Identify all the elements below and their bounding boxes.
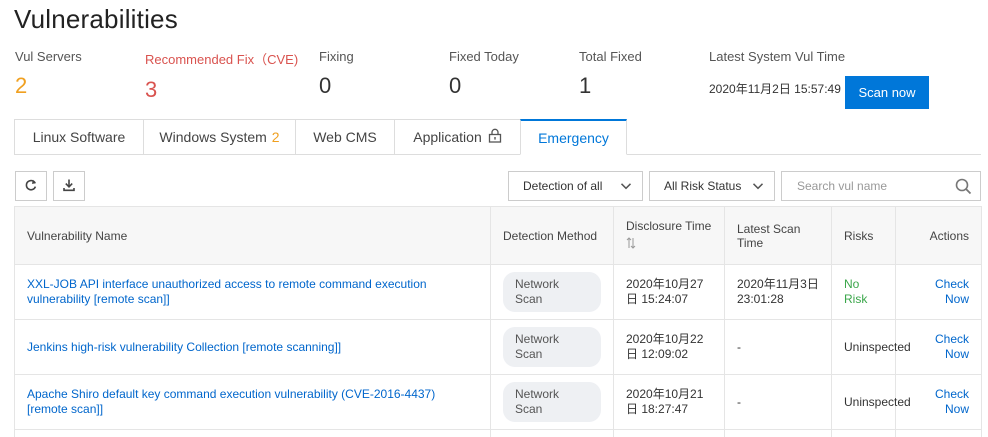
tab-label: Windows System — [159, 129, 267, 145]
stat-fixing: Fixing 0 — [319, 49, 354, 99]
latest-scan-cell: - — [724, 374, 832, 430]
empty-cell — [14, 429, 491, 437]
stat-value: 0 — [449, 73, 462, 98]
empty-cell — [724, 429, 832, 437]
tab-label: Web CMS — [313, 129, 377, 145]
tab-label: Emergency — [538, 129, 609, 146]
lock-icon — [488, 128, 502, 146]
header-disclosure-time[interactable]: Disclosure Time — [613, 206, 725, 265]
empty-cell — [831, 429, 896, 437]
stat-total-fixed: Total Fixed 1 — [579, 49, 642, 99]
header-latest-scan-time: Latest Scan Time — [724, 206, 832, 265]
tab-badge: 2 — [271, 129, 280, 145]
header-detection-method: Detection Method — [490, 206, 614, 265]
risk-cell: Uninspected — [831, 319, 911, 375]
vulnerability-link[interactable]: Jenkins high-risk vulnerability Collecti… — [27, 340, 341, 354]
detection-filter-value: Detection of all — [523, 179, 603, 193]
chevron-down-icon — [620, 180, 632, 195]
chevron-down-icon — [752, 180, 764, 195]
stat-value: 0 — [319, 73, 332, 98]
tab-windows-system[interactable]: Windows System 2 — [143, 119, 295, 155]
tab-label: Application — [413, 129, 482, 145]
vulnerability-name-cell: XXL-JOB API interface unauthorized acces… — [14, 264, 491, 320]
detection-method-cell: Network Scan — [490, 374, 614, 430]
vulnerability-name-cell: Jenkins high-risk vulnerability Collecti… — [14, 319, 491, 375]
detection-filter-select[interactable]: Detection of all — [508, 171, 643, 201]
scan-now-button[interactable]: Scan now — [845, 76, 929, 109]
table-header-row: Vulnerability Name Detection Method Disc… — [14, 206, 982, 265]
empty-cell — [490, 429, 614, 437]
detection-method-cell: Network Scan — [490, 319, 614, 375]
detection-method-pill: Network Scan — [503, 382, 601, 422]
stat-value: 1 — [579, 73, 592, 98]
stat-label: Latest System Vul Time — [709, 49, 846, 64]
stat-label: Fixing — [319, 49, 354, 64]
stat-time-value: 2020年11月2日 15:57:49 — [709, 82, 841, 96]
risk-cell: No Risk — [831, 264, 896, 320]
tab-web-cms[interactable]: Web CMS — [295, 119, 394, 155]
tab-bar: Linux Software Windows System 2 Web CMS … — [14, 119, 627, 155]
table-row: Jenkins high-risk vulnerability Collecti… — [14, 319, 982, 375]
stat-value[interactable]: 2 — [15, 73, 82, 99]
table-row: Apache Shiro default key command executi… — [14, 374, 982, 430]
detection-method-pill: Network Scan — [503, 327, 601, 367]
stat-value[interactable]: 3 — [145, 77, 298, 103]
search-box — [781, 171, 981, 201]
vulnerability-link[interactable]: XXL-JOB API interface unauthorized acces… — [27, 277, 427, 306]
tab-application[interactable]: Application — [394, 119, 520, 155]
stat-fixed-today: Fixed Today 0 — [449, 49, 519, 99]
table-row-partial — [14, 429, 982, 437]
latest-scan-cell: 2020年11月3日 23:01:28 — [724, 264, 832, 320]
header-actions: Actions — [895, 206, 982, 265]
check-now-link[interactable]: Check Now — [895, 264, 982, 320]
disclosure-time-cell: 2020年10月22日 12:09:02 — [613, 319, 725, 375]
risk-cell: Uninspected — [831, 374, 911, 430]
tab-emergency[interactable]: Emergency — [520, 119, 627, 155]
stat-recommended-fix: Recommended Fix（CVE) 3 — [145, 49, 298, 103]
stat-label: Fixed Today — [449, 49, 519, 64]
tab-label: Linux Software — [32, 129, 126, 145]
table-row: XXL-JOB API interface unauthorized acces… — [14, 264, 982, 320]
latest-scan-cell: - — [724, 319, 832, 375]
vulnerability-link[interactable]: Apache Shiro default key command executi… — [27, 387, 435, 416]
header-risks: Risks — [831, 206, 896, 265]
sort-icon[interactable] — [626, 237, 712, 252]
stat-vul-servers: Vul Servers 2 — [15, 49, 82, 99]
page-title: Vulnerabilities — [14, 4, 178, 34]
empty-cell — [895, 429, 982, 437]
refresh-button[interactable] — [15, 171, 47, 201]
disclosure-time-cell: 2020年10月27日 15:24:07 — [613, 264, 725, 320]
download-button[interactable] — [53, 171, 85, 201]
vulnerability-name-cell: Apache Shiro default key command executi… — [14, 374, 491, 430]
stat-label: Vul Servers — [15, 49, 82, 64]
detection-method-pill: Network Scan — [503, 272, 601, 312]
stat-label: Total Fixed — [579, 49, 642, 64]
search-icon[interactable] — [955, 178, 972, 198]
tab-linux-software[interactable]: Linux Software — [14, 119, 143, 155]
stat-label: Recommended Fix（CVE) — [145, 52, 299, 67]
disclosure-time-cell: 2020年10月21日 18:27:47 — [613, 374, 725, 430]
risk-filter-value: All Risk Status — [664, 179, 742, 193]
empty-cell — [613, 429, 725, 437]
detection-method-cell: Network Scan — [490, 264, 614, 320]
download-icon — [62, 178, 76, 195]
risk-status-select[interactable]: All Risk Status — [649, 171, 775, 201]
search-input[interactable] — [782, 179, 942, 193]
header-vulnerability-name: Vulnerability Name — [14, 206, 491, 265]
vulnerability-table: Vulnerability Name Detection Method Disc… — [14, 206, 982, 437]
stat-latest-vul-time: Latest System Vul Time 2020年11月2日 15:57:… — [709, 49, 845, 97]
refresh-icon — [24, 178, 38, 195]
header-disclosure-label: Disclosure Time — [626, 219, 712, 233]
